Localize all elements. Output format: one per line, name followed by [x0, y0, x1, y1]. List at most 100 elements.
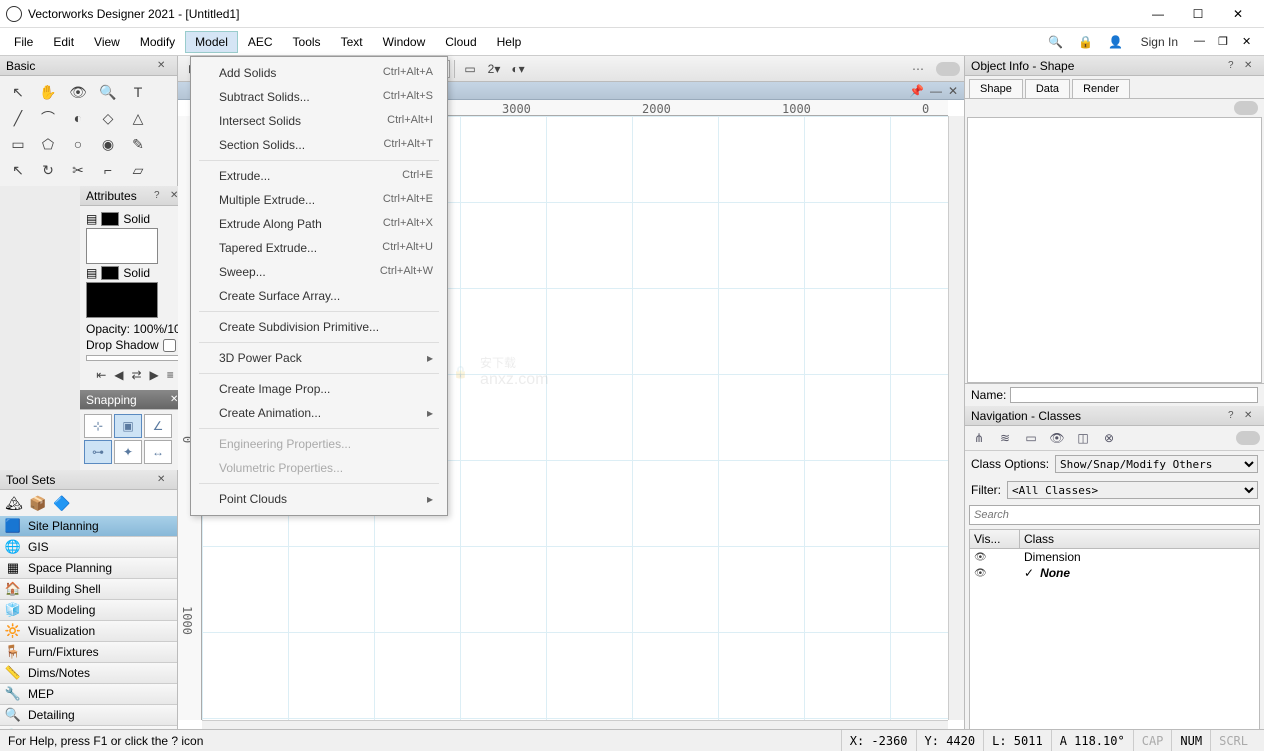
nav-prev-icon[interactable]: ◀: [114, 368, 123, 382]
close-icon[interactable]: ✕: [157, 60, 171, 71]
polygon-tool[interactable]: ⬠: [34, 132, 62, 156]
toolset-3d-modeling[interactable]: 🧊3D Modeling: [0, 600, 177, 621]
arc-tool[interactable]: ⌒: [34, 106, 62, 130]
toolset-space-planning[interactable]: ▦Space Planning: [0, 558, 177, 579]
menu-item-3d-power-pack[interactable]: 3D Power Pack▸: [191, 346, 447, 370]
nav-next-icon[interactable]: ▶: [150, 368, 159, 382]
menu-cloud[interactable]: Cloud: [435, 31, 486, 53]
toggle-pill[interactable]: [1236, 431, 1260, 445]
user-icon[interactable]: 👤: [1105, 31, 1127, 53]
snap-smart[interactable]: ✦: [114, 440, 142, 464]
toolset-mep[interactable]: 🔧MEP: [0, 684, 177, 705]
col-vis[interactable]: Vis...: [970, 530, 1020, 548]
help-icon[interactable]: ?: [154, 190, 168, 201]
menu-item-create-surface-array[interactable]: Create Surface Array...: [191, 284, 447, 308]
render-icon[interactable]: ◐▾: [507, 59, 529, 79]
line-tool[interactable]: ╱: [4, 106, 32, 130]
tab-render[interactable]: Render: [1072, 79, 1130, 98]
pin-icon[interactable]: 📌: [909, 84, 924, 98]
cursor-tool[interactable]: ↖: [4, 158, 32, 182]
zoom-select[interactable]: 2▾: [483, 59, 505, 79]
mirror-tool[interactable]: ▱: [124, 158, 152, 182]
menu-item-tapered-extrude[interactable]: Tapered Extrude...Ctrl+Alt+U: [191, 236, 447, 260]
tab-data[interactable]: Data: [1025, 79, 1070, 98]
nav-first-icon[interactable]: ⇤: [96, 368, 106, 382]
viewports-icon[interactable]: ◫: [1073, 429, 1093, 447]
signin-button[interactable]: Sign In: [1131, 31, 1188, 53]
menu-view[interactable]: View: [84, 31, 130, 53]
menu-item-point-clouds[interactable]: Point Clouds▸: [191, 487, 447, 511]
menu-item-subtract-solids[interactable]: Subtract Solids...Ctrl+Alt+S: [191, 85, 447, 109]
text-tool[interactable]: T: [124, 80, 152, 104]
snapping-panel-header[interactable]: Snapping ✕: [80, 390, 190, 410]
close-button[interactable]: ✕: [1218, 2, 1258, 26]
toolset-icon-3[interactable]: 🔷: [51, 493, 73, 513]
menu-item-extrude-along-path[interactable]: Extrude Along PathCtrl+Alt+X: [191, 212, 447, 236]
menu-text[interactable]: Text: [331, 31, 373, 53]
menu-item-add-solids[interactable]: Add SolidsCtrl+Alt+A: [191, 61, 447, 85]
name-input[interactable]: [1010, 387, 1258, 403]
menu-item-create-subdivision-primitive[interactable]: Create Subdivision Primitive...: [191, 315, 447, 339]
filter-select[interactable]: <All Classes>: [1007, 481, 1258, 499]
fill-preview[interactable]: [86, 228, 158, 264]
snap-dist[interactable]: ↔: [144, 440, 172, 464]
snap-intersect[interactable]: ⊶: [84, 440, 112, 464]
minimize-icon[interactable]: —: [930, 84, 942, 98]
attributes-panel-header[interactable]: Attributes ? ✕: [80, 186, 190, 206]
nav-link-icon[interactable]: ⇄: [131, 368, 141, 382]
fillet-tool[interactable]: ⌐: [94, 158, 122, 182]
line-style-preview[interactable]: [86, 355, 184, 361]
classes-icon[interactable]: ⋔: [969, 429, 989, 447]
fill-swatch[interactable]: [101, 212, 119, 226]
toolset-dims-notes[interactable]: 📏Dims/Notes: [0, 663, 177, 684]
eyedropper-tool[interactable]: ✎: [124, 132, 152, 156]
menu-edit[interactable]: Edit: [43, 31, 84, 53]
toggle-pill[interactable]: [936, 62, 960, 76]
rotate-tool[interactable]: ↻: [34, 158, 62, 182]
vertical-scrollbar[interactable]: [948, 116, 964, 720]
class-row-none[interactable]: 👁✓ None: [970, 565, 1259, 581]
pen-menu-icon[interactable]: ▤: [86, 266, 97, 280]
menu-modify[interactable]: Modify: [130, 31, 185, 53]
menu-item-section-solids[interactable]: Section Solids...Ctrl+Alt+T: [191, 133, 447, 157]
col-class[interactable]: Class: [1020, 530, 1259, 548]
tool-a[interactable]: ◐: [64, 106, 92, 130]
menu-tools[interactable]: Tools: [283, 31, 331, 53]
menu-item-create-image-prop[interactable]: Create Image Prop...: [191, 377, 447, 401]
mdi-close-icon[interactable]: ✕: [1242, 35, 1260, 49]
dropshadow-checkbox[interactable]: [163, 339, 176, 352]
menu-help[interactable]: Help: [487, 31, 532, 53]
snap-angle[interactable]: ∠: [144, 414, 172, 438]
layers-icon[interactable]: ≋: [995, 429, 1015, 447]
close-icon[interactable]: ✕: [1244, 60, 1258, 71]
toolset-gis[interactable]: 🌐GIS: [0, 537, 177, 558]
close-icon[interactable]: ✕: [1244, 410, 1258, 421]
toolset-icon-2[interactable]: 📦: [27, 493, 49, 513]
references-icon[interactable]: ⊗: [1099, 429, 1119, 447]
snap-grid[interactable]: ⊹: [84, 414, 112, 438]
toolset-building-shell[interactable]: 🏠Building Shell: [0, 579, 177, 600]
snap-object[interactable]: ▣: [114, 414, 142, 438]
toolset-detailing[interactable]: 🔍Detailing: [0, 705, 177, 726]
spiral-tool[interactable]: ◉: [94, 132, 122, 156]
pan-tool[interactable]: ✋: [34, 80, 62, 104]
menu-item-create-animation[interactable]: Create Animation...▸: [191, 401, 447, 425]
menu-window[interactable]: Window: [373, 31, 436, 53]
menu-item-sweep[interactable]: Sweep...Ctrl+Alt+W: [191, 260, 447, 284]
maximize-button[interactable]: ☐: [1178, 2, 1218, 26]
toggle-pill[interactable]: [1234, 101, 1258, 115]
menu-file[interactable]: File: [4, 31, 43, 53]
tool-b[interactable]: ◇: [94, 106, 122, 130]
views-icon[interactable]: 👁: [1047, 429, 1067, 447]
menu-model[interactable]: Model: [185, 31, 238, 53]
close-icon[interactable]: ✕: [157, 474, 171, 485]
rect-tool[interactable]: ▭: [4, 132, 32, 156]
class-options-select[interactable]: Show/Snap/Modify Others: [1055, 455, 1258, 473]
menu-item-intersect-solids[interactable]: Intersect SolidsCtrl+Alt+I: [191, 109, 447, 133]
tab-shape[interactable]: Shape: [969, 79, 1023, 98]
close-icon[interactable]: ✕: [948, 84, 958, 98]
help-icon[interactable]: ?: [1228, 410, 1242, 421]
toolset-site-planning[interactable]: 🟦Site Planning: [0, 516, 177, 537]
minimize-button[interactable]: —: [1138, 2, 1178, 26]
search-input[interactable]: [969, 505, 1260, 525]
